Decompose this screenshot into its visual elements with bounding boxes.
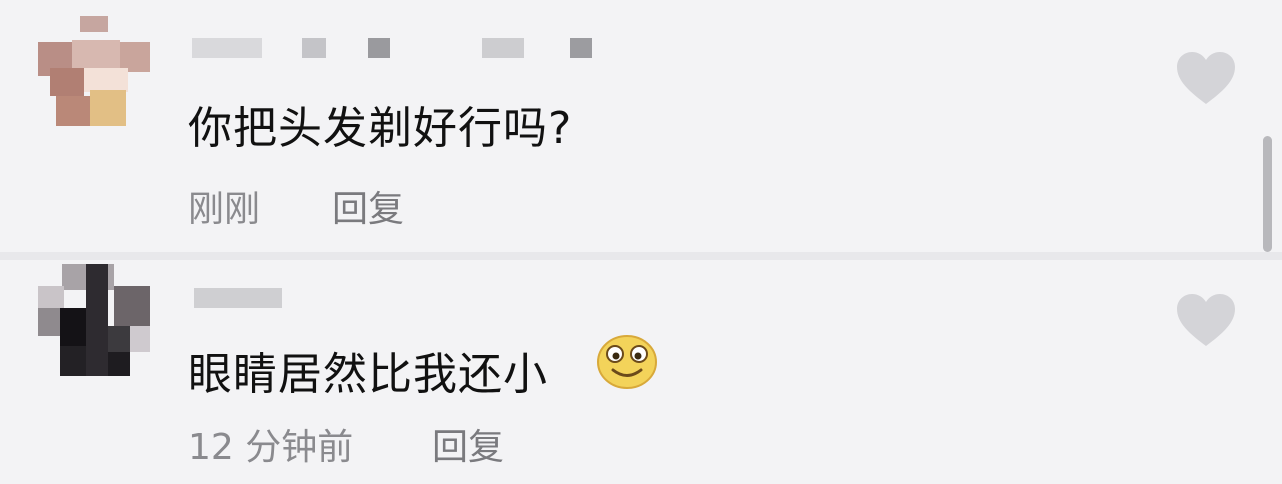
comment-timestamp: 12 分钟前 xyxy=(188,427,354,468)
smiling-face-emoji xyxy=(596,334,658,390)
comment-item: 眼睛居然比我还小 12 分钟前 回复 xyxy=(0,0,1282,484)
avatar[interactable] xyxy=(38,264,150,376)
username-mosaic[interactable] xyxy=(194,288,284,308)
like-button[interactable] xyxy=(1174,292,1238,348)
comment-text: 眼睛居然比我还小 xyxy=(188,349,548,400)
heart-icon xyxy=(1177,294,1235,346)
reply-button[interactable]: 回复 xyxy=(432,418,504,470)
